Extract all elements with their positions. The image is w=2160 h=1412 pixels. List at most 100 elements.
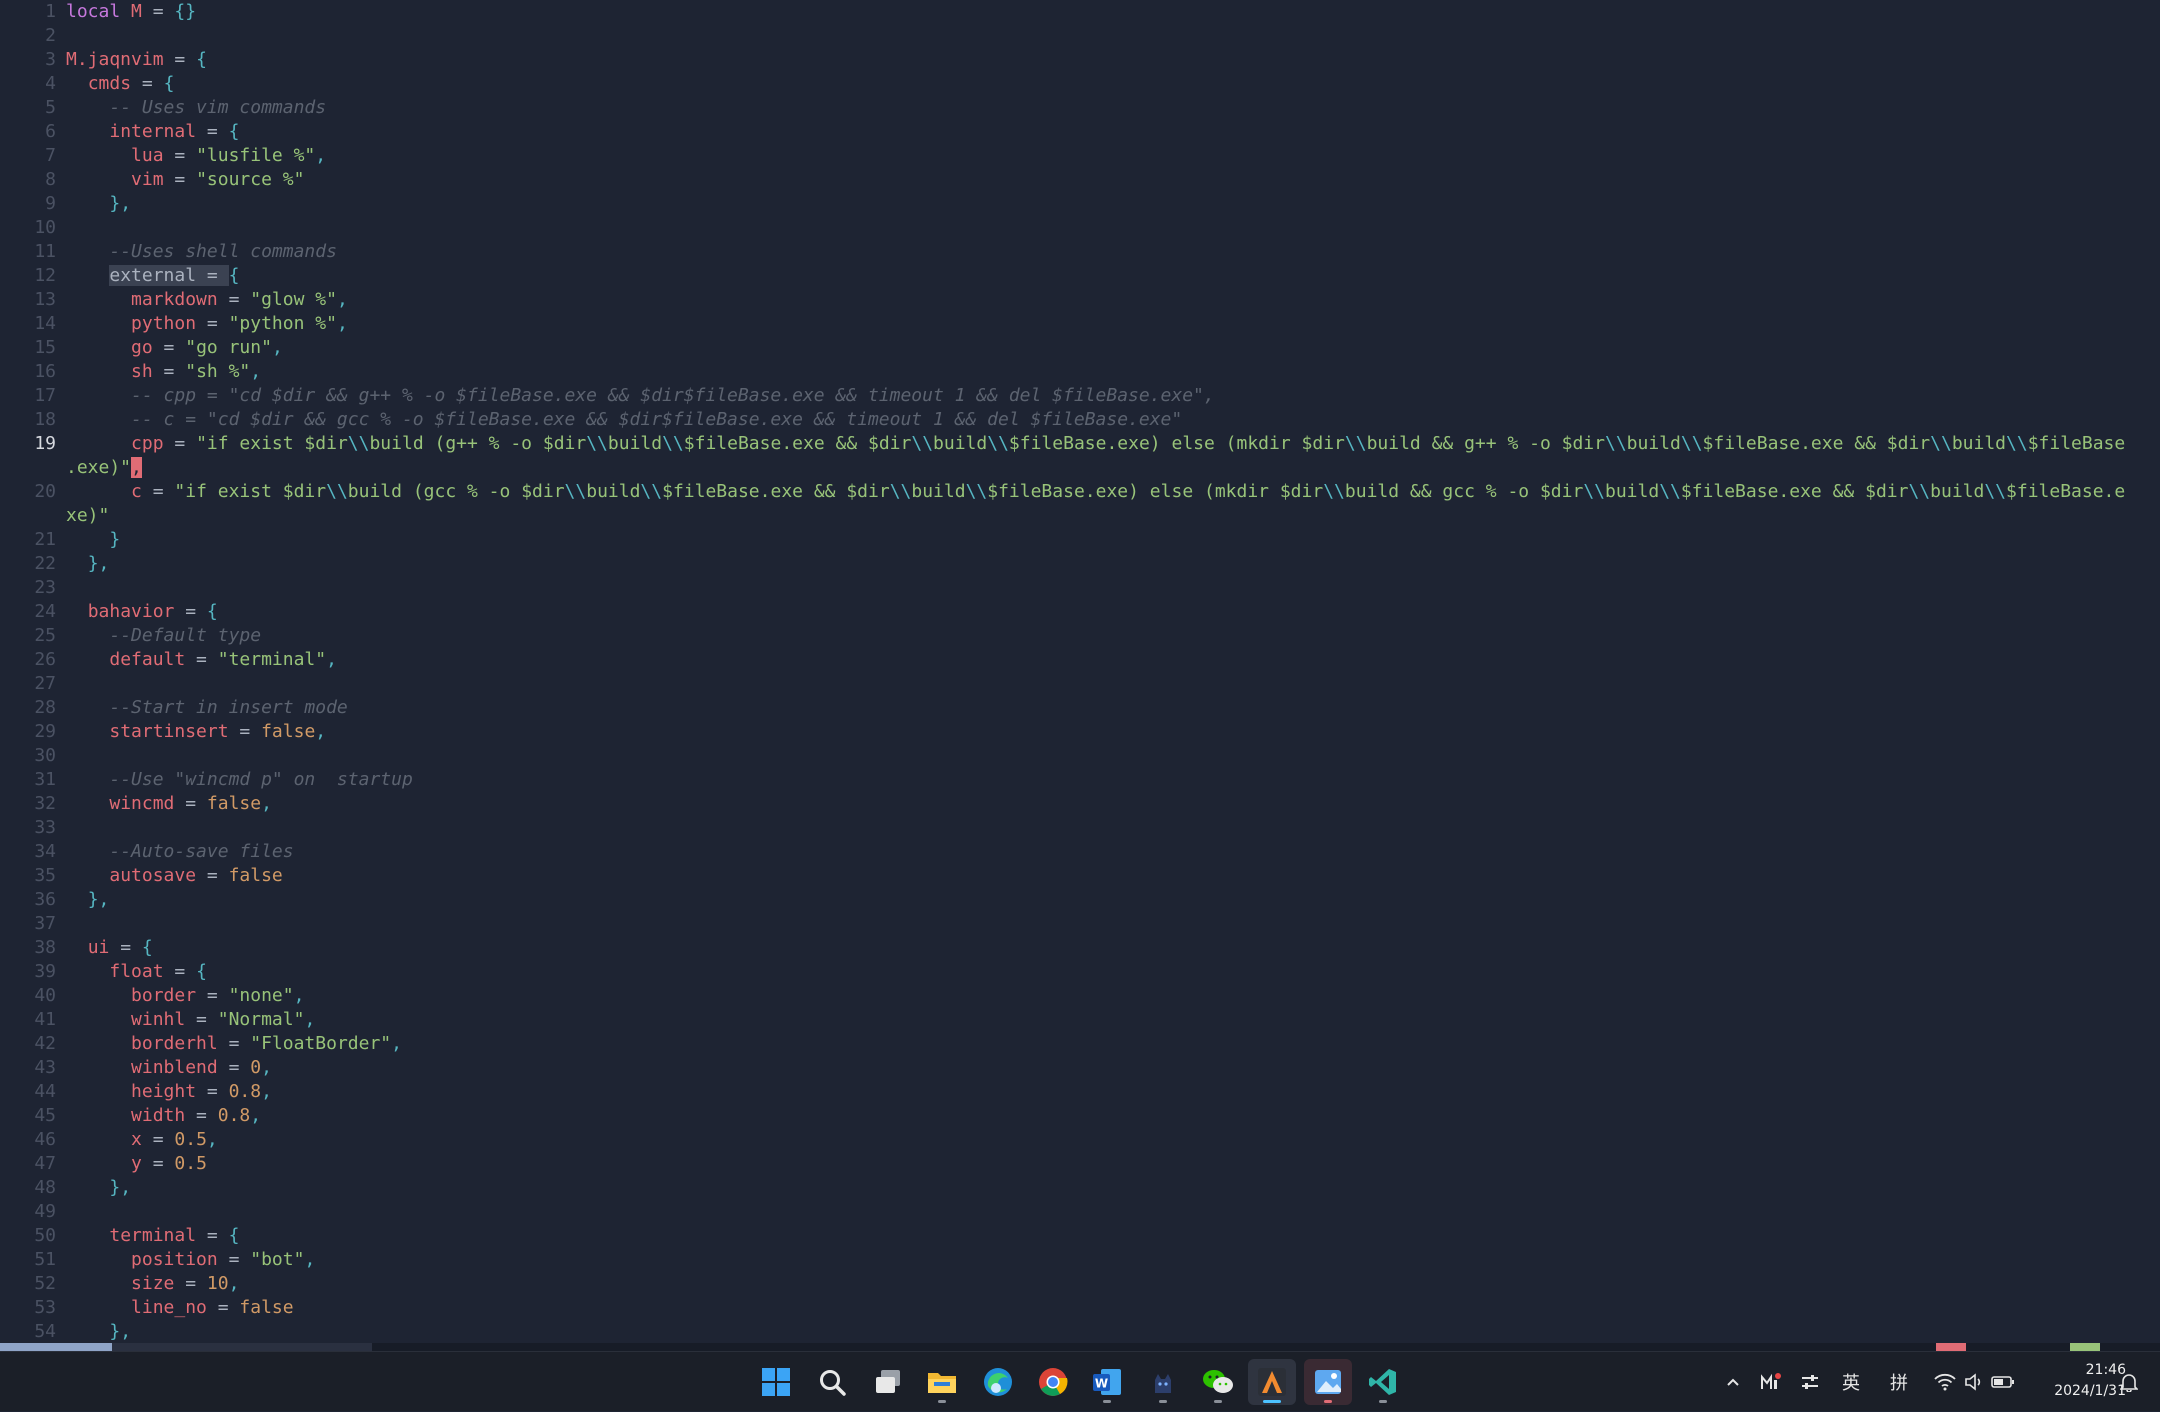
search-button[interactable] xyxy=(808,1359,856,1405)
code-text: --Default type xyxy=(66,624,261,648)
code-text: size = 10, xyxy=(66,1272,239,1296)
tray-app-icon[interactable] xyxy=(1755,1352,1787,1412)
code-line[interactable]: 27 xyxy=(0,672,2160,696)
code-token: python xyxy=(131,313,197,334)
code-token: { xyxy=(228,121,240,142)
code-line[interactable]: 36 }, xyxy=(0,888,2160,912)
code-line[interactable]: 54 }, xyxy=(0,1320,2160,1343)
code-line[interactable]: 12 external = { xyxy=(0,264,2160,288)
code-line[interactable]: 47 y = 0.5 xyxy=(0,1152,2160,1176)
code-line[interactable]: 24 bahavior = { xyxy=(0,600,2160,624)
code-line[interactable]: 32 wincmd = false, xyxy=(0,792,2160,816)
code-line[interactable]: 23 xyxy=(0,576,2160,600)
start-button[interactable] xyxy=(752,1359,800,1405)
code-token: = xyxy=(163,145,197,166)
code-line[interactable]: 40 border = "none", xyxy=(0,984,2160,1008)
word-button[interactable]: W xyxy=(1083,1359,1131,1405)
ime-mode-toggle[interactable]: 拼 xyxy=(1882,1352,1916,1412)
code-line[interactable]: 35 autosave = false xyxy=(0,864,2160,888)
code-line[interactable]: 45 width = 0.8, xyxy=(0,1104,2160,1128)
code-line[interactable]: 8 vim = "source %" xyxy=(0,168,2160,192)
code-text: }, xyxy=(66,1320,131,1343)
image-app-button[interactable] xyxy=(1304,1359,1352,1405)
code-line[interactable]: 42 borderhl = "FloatBorder", xyxy=(0,1032,2160,1056)
code-line[interactable]: 16 sh = "sh %", xyxy=(0,360,2160,384)
code-line[interactable]: 7 lua = "lusfile %", xyxy=(0,144,2160,168)
code-line[interactable]: 6 internal = { xyxy=(0,120,2160,144)
code-token: $fileBase.exe) else (mkdir $dir xyxy=(987,481,1324,502)
code-line[interactable]: 33 xyxy=(0,816,2160,840)
code-token: false xyxy=(261,721,316,742)
code-line[interactable]: 10 xyxy=(0,216,2160,240)
code-line[interactable]: 15 go = "go run", xyxy=(0,336,2160,360)
code-line[interactable]: 53 line_no = false xyxy=(0,1296,2160,1320)
code-editor[interactable]: 1 local M = {} 2 3 M.jaqnvim = {4 cmds = {5 … xyxy=(0,0,2160,1343)
code-line-wrap[interactable]: xe)" xyxy=(0,504,2160,528)
volume-button[interactable] xyxy=(1960,1352,1988,1412)
code-line[interactable]: 41 winhl = "Normal", xyxy=(0,1008,2160,1032)
code-line[interactable]: 2 xyxy=(0,24,2160,48)
code-token: false xyxy=(228,865,283,886)
network-button[interactable] xyxy=(1930,1352,1960,1412)
code-line[interactable]: 51 position = "bot", xyxy=(0,1248,2160,1272)
code-line[interactable]: 22 }, xyxy=(0,552,2160,576)
task-view-button[interactable] xyxy=(864,1359,912,1405)
clock[interactable]: 21:46 2024/1/31 xyxy=(2026,1360,2126,1402)
code-line[interactable]: 14 python = "python %", xyxy=(0,312,2160,336)
code-token: 10 xyxy=(206,1273,229,1294)
code-line[interactable]: 9 }, xyxy=(0,192,2160,216)
code-line[interactable]: 11 --Uses shell commands xyxy=(0,240,2160,264)
code-line[interactable]: 26 default = "terminal", xyxy=(0,648,2160,672)
code-token: = xyxy=(141,1129,175,1150)
code-line[interactable]: 4 cmds = { xyxy=(0,72,2160,96)
code-line[interactable]: 29 startinsert = false, xyxy=(0,720,2160,744)
code-line[interactable]: 1 local M = {} xyxy=(0,0,2160,24)
file-explorer-button[interactable] xyxy=(918,1359,966,1405)
code-token: build xyxy=(1951,433,2006,454)
ime-language-toggle[interactable]: 英 xyxy=(1834,1352,1868,1412)
code-token: 0.8 xyxy=(217,1105,251,1126)
code-line[interactable]: 19 cpp = "if exist $dir\\build (g++ % -o… xyxy=(0,432,2160,456)
code-line[interactable]: 49 xyxy=(0,1200,2160,1224)
code-token: = xyxy=(109,937,142,958)
code-line[interactable]: 5 -- Uses vim commands xyxy=(0,96,2160,120)
notifications-button[interactable] xyxy=(2112,1352,2146,1412)
vscode-button[interactable] xyxy=(1359,1359,1407,1405)
code-token: \\ xyxy=(1680,433,1703,454)
code-token: = xyxy=(185,649,218,670)
code-line[interactable]: 38 ui = { xyxy=(0,936,2160,960)
code-line-wrap[interactable]: .exe)", xyxy=(0,456,2160,480)
cat-app-button[interactable] xyxy=(1139,1359,1187,1405)
code-token: build xyxy=(911,481,966,502)
code-line[interactable]: 21 } xyxy=(0,528,2160,552)
code-line[interactable]: 44 height = 0.8, xyxy=(0,1080,2160,1104)
code-line[interactable]: 13 markdown = "glow %", xyxy=(0,288,2160,312)
code-line[interactable]: 43 winblend = 0, xyxy=(0,1056,2160,1080)
wechat-button[interactable] xyxy=(1194,1359,1242,1405)
edge-button[interactable] xyxy=(974,1359,1022,1405)
code-line[interactable]: 46 x = 0.5, xyxy=(0,1128,2160,1152)
code-line[interactable]: 48 }, xyxy=(0,1176,2160,1200)
alacritty-button[interactable] xyxy=(1248,1359,1296,1405)
code-line[interactable]: 17 -- cpp = "cd $dir && g++ % -o $fileBa… xyxy=(0,384,2160,408)
code-line[interactable]: 18 -- c = "cd $dir && gcc % -o $fileBase… xyxy=(0,408,2160,432)
code-line[interactable]: 28 --Start in insert mode xyxy=(0,696,2160,720)
code-line[interactable]: 31 --Use "wincmd p" on startup xyxy=(0,768,2160,792)
code-line[interactable]: 52 size = 10, xyxy=(0,1272,2160,1296)
code-line[interactable]: 25 --Default type xyxy=(0,624,2160,648)
code-line[interactable]: 30 xyxy=(0,744,2160,768)
tray-overflow-button[interactable] xyxy=(1718,1352,1748,1412)
code-token: --Auto-save files xyxy=(109,841,294,862)
code-line[interactable]: 50 terminal = { xyxy=(0,1224,2160,1248)
chrome-button[interactable] xyxy=(1029,1359,1077,1405)
code-line[interactable]: 20 c = "if exist $dir\\build (gcc % -o $… xyxy=(0,480,2160,504)
code-token: = xyxy=(217,1033,251,1054)
code-line[interactable]: 39 float = { xyxy=(0,960,2160,984)
code-line[interactable]: 3 M.jaqnvim = { xyxy=(0,48,2160,72)
code-line[interactable]: 37 xyxy=(0,912,2160,936)
code-line[interactable]: 34 --Auto-save files xyxy=(0,840,2160,864)
tray-settings-button[interactable] xyxy=(1795,1352,1825,1412)
battery-button[interactable] xyxy=(1988,1352,2018,1412)
